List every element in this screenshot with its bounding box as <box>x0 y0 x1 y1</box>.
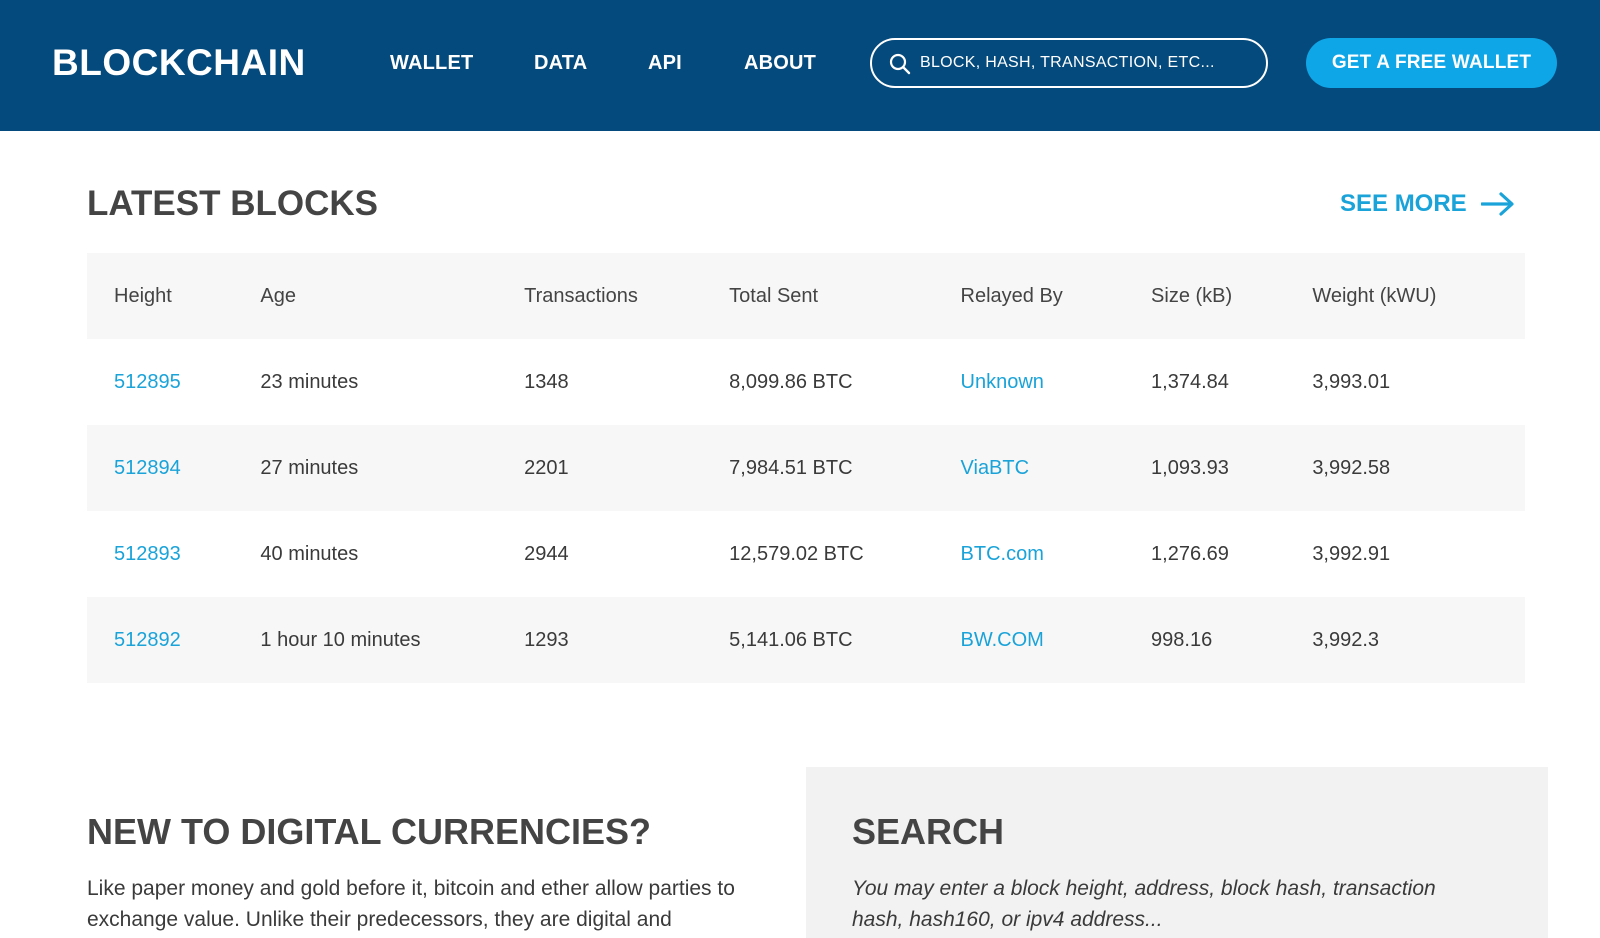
search-icon <box>889 53 911 75</box>
see-more-label: SEE MORE <box>1340 190 1467 217</box>
new-to-digital-title: NEW TO DIGITAL CURRENCIES? <box>87 811 652 852</box>
nav-wallet[interactable]: WALLET <box>390 52 473 75</box>
search-panel: SEARCH You may enter a block height, add… <box>806 767 1548 938</box>
latest-blocks-table: Height Age Transactions Total Sent Relay… <box>87 253 1525 683</box>
arrow-right-icon <box>1480 192 1514 216</box>
block-transactions: 2944 <box>524 511 730 597</box>
block-transactions: 1348 <box>524 339 730 425</box>
block-total-sent: 7,984.51 BTC <box>729 425 961 511</box>
block-height-link[interactable]: 512895 <box>114 371 181 393</box>
column-header-relayed-by: Relayed By <box>960 253 1152 339</box>
top-header: BLOCKCHAIN WALLET DATA API ABOUT GET A F… <box>0 0 1600 131</box>
block-size: 1,276.69 <box>1151 511 1313 597</box>
table-header-row: Height Age Transactions Total Sent Relay… <box>87 253 1525 339</box>
logo[interactable]: BLOCKCHAIN <box>52 42 306 84</box>
nav-data[interactable]: DATA <box>534 52 587 75</box>
column-header-weight: Weight (kWU) <box>1312 253 1525 339</box>
block-height-link[interactable]: 512893 <box>114 543 181 565</box>
see-more-link[interactable]: SEE MORE <box>1340 190 1515 218</box>
search-panel-text: You may enter a block height, address, b… <box>852 877 1436 931</box>
new-to-digital-text: Like paper money and gold before it, bit… <box>87 877 735 931</box>
column-header-total-sent: Total Sent <box>729 253 961 339</box>
column-header-size: Size (kB) <box>1151 253 1313 339</box>
search-input[interactable] <box>920 40 1250 86</box>
block-weight: 3,992.58 <box>1312 425 1525 511</box>
column-header-height: Height <box>87 253 261 339</box>
search-panel-title: SEARCH <box>852 811 1005 852</box>
block-weight: 3,993.01 <box>1312 339 1525 425</box>
table-row: 512892 1 hour 10 minutes 1293 5,141.06 B… <box>87 597 1525 683</box>
block-total-sent: 5,141.06 BTC <box>729 597 961 683</box>
header-search[interactable] <box>870 38 1268 88</box>
block-transactions: 1293 <box>524 597 730 683</box>
block-height-link[interactable]: 512894 <box>114 457 181 479</box>
block-age: 40 minutes <box>260 511 525 597</box>
block-weight: 3,992.91 <box>1312 511 1525 597</box>
block-height-link[interactable]: 512892 <box>114 629 181 651</box>
block-size: 1,374.84 <box>1151 339 1313 425</box>
nav-api[interactable]: API <box>648 52 682 75</box>
block-age: 27 minutes <box>260 425 525 511</box>
block-transactions: 2201 <box>524 425 730 511</box>
relayed-by-link[interactable]: Unknown <box>961 371 1044 393</box>
nav-about[interactable]: ABOUT <box>744 52 816 75</box>
block-total-sent: 8,099.86 BTC <box>729 339 961 425</box>
relayed-by-link[interactable]: BTC.com <box>961 543 1044 565</box>
block-size: 998.16 <box>1151 597 1313 683</box>
column-header-transactions: Transactions <box>524 253 730 339</box>
get-free-wallet-button[interactable]: GET A FREE WALLET <box>1306 38 1557 88</box>
block-total-sent: 12,579.02 BTC <box>729 511 961 597</box>
table-row: 512895 23 minutes 1348 8,099.86 BTC Unkn… <box>87 339 1525 425</box>
column-header-age: Age <box>260 253 525 339</box>
table-row: 512894 27 minutes 2201 7,984.51 BTC ViaB… <box>87 425 1525 511</box>
relayed-by-link[interactable]: BW.COM <box>961 629 1044 651</box>
table-row: 512893 40 minutes 2944 12,579.02 BTC BTC… <box>87 511 1525 597</box>
block-age: 1 hour 10 minutes <box>260 597 525 683</box>
block-size: 1,093.93 <box>1151 425 1313 511</box>
block-age: 23 minutes <box>260 339 525 425</box>
latest-blocks-title: LATEST BLOCKS <box>87 184 379 223</box>
block-weight: 3,992.3 <box>1312 597 1525 683</box>
relayed-by-link[interactable]: ViaBTC <box>961 457 1030 479</box>
